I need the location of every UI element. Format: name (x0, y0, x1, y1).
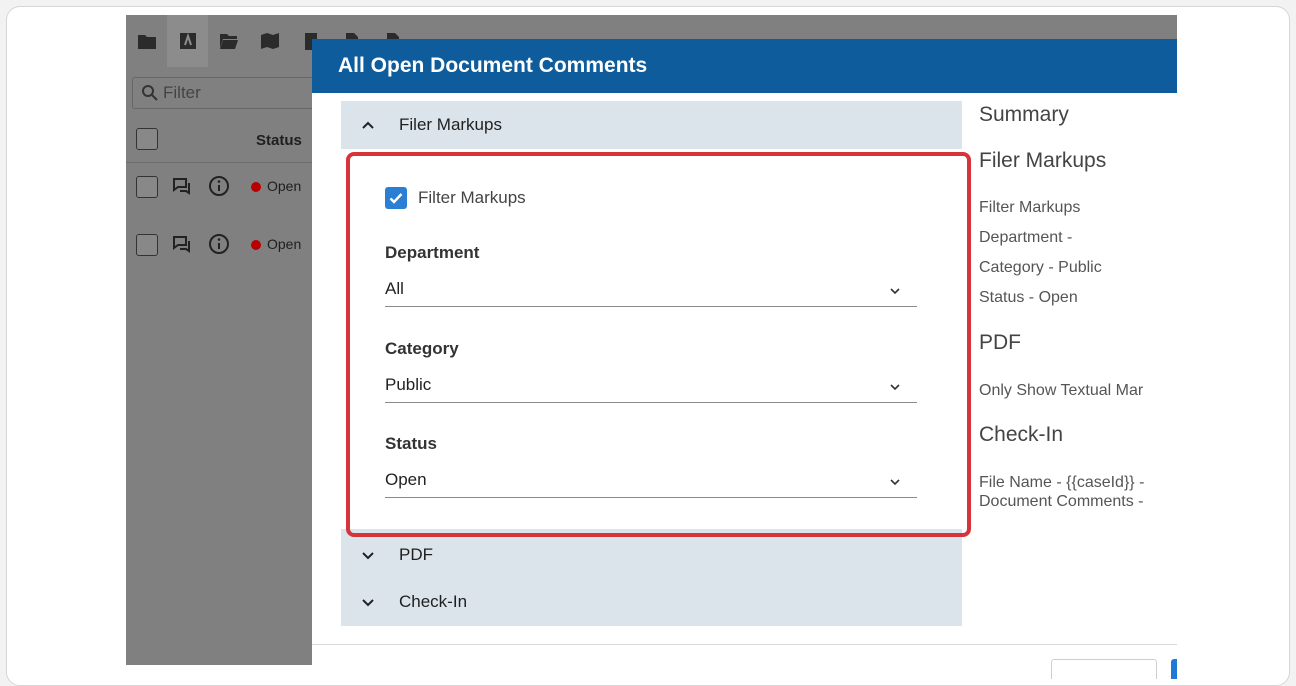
status-select[interactable]: Open (385, 470, 917, 498)
section-header-check-in[interactable]: Check-In (341, 578, 962, 626)
summary-line: Filter Markups (979, 199, 1081, 216)
department-field: Department All (385, 243, 917, 307)
chevron-down-icon (890, 288, 900, 295)
comments-icon[interactable] (171, 233, 193, 255)
filer-markups-panel: Filter Markups Department All Category P… (341, 149, 962, 529)
summary-line: Category - Public (979, 259, 1102, 276)
chevron-down-icon (362, 552, 374, 560)
row-checkbox[interactable] (136, 234, 158, 256)
dialog-title: All Open Document Comments (338, 54, 648, 77)
department-value: All (385, 279, 404, 298)
row-status: Open (267, 236, 302, 252)
filter-markups-checkbox[interactable] (385, 187, 407, 209)
category-value: Public (385, 375, 432, 394)
summary-line: Only Show Textual Mar (979, 382, 1144, 399)
folder-tab[interactable] (126, 15, 167, 67)
comments-dialog: All Open Document Comments Filer Markups… (312, 39, 1177, 679)
summary-line: Department - (979, 229, 1073, 246)
table-row[interactable]: Open (126, 223, 326, 267)
summary-line: File Name - {{caseId}} - (979, 474, 1145, 491)
summary-filer-markups-heading: Filer Markups (979, 149, 1107, 172)
info-icon[interactable] (208, 175, 230, 197)
summary-check-in-heading: Check-In (979, 423, 1064, 446)
bookmark-tab[interactable] (167, 15, 208, 67)
open-folder-icon (219, 34, 238, 49)
screenshot-frame: Filter Status Open Open All Open Documen… (6, 6, 1290, 686)
summary-panel: Summary Filer Markups Filter Markups Dep… (979, 101, 1177, 571)
filter-input[interactable]: Filter (132, 77, 332, 109)
summary-line: Document Comments - (979, 493, 1144, 510)
open-folder-tab[interactable] (208, 15, 249, 67)
chevron-down-icon (362, 599, 374, 607)
folder-icon (137, 35, 156, 49)
status-value: Open (385, 470, 427, 489)
category-field: Category Public (385, 339, 917, 403)
map-icon (260, 33, 279, 49)
status-label: Status (385, 434, 437, 453)
section-header-pdf[interactable]: PDF (341, 531, 962, 579)
filter-markups-checkbox-row[interactable]: Filter Markups (385, 187, 526, 209)
chevron-down-icon (890, 384, 900, 391)
department-label: Department (385, 243, 480, 262)
section-label-filer-markups: Filer Markups (399, 115, 502, 134)
summary-pdf-heading: PDF (979, 331, 1021, 354)
category-select[interactable]: Public (385, 375, 917, 403)
filter-markups-label: Filter Markups (418, 188, 526, 207)
category-label: Category (385, 339, 459, 358)
section-label-check-in: Check-In (399, 592, 468, 611)
info-icon[interactable] (208, 233, 230, 255)
cancel-button[interactable] (1051, 659, 1157, 679)
table-row[interactable]: Open (126, 165, 326, 209)
row-status: Open (267, 178, 302, 194)
status-field: Status Open (385, 434, 917, 498)
search-icon (142, 85, 158, 101)
status-dot (251, 240, 261, 250)
row-checkbox[interactable] (136, 176, 158, 198)
department-select[interactable]: All (385, 279, 917, 307)
confirm-button[interactable] (1171, 659, 1177, 679)
section-label-pdf: PDF (399, 545, 433, 564)
section-header-filer-markups[interactable]: Filer Markups (341, 101, 962, 149)
summary-title: Summary (979, 103, 1069, 126)
chevron-down-icon (890, 479, 900, 486)
dialog-footer-divider (312, 644, 1177, 645)
select-all-checkbox[interactable] (136, 128, 158, 150)
check-icon (389, 193, 403, 204)
settings-accordion: Filer Markups Filter Markups Department … (341, 101, 962, 626)
summary-line: Status - Open (979, 289, 1078, 306)
dialog-titlebar: All Open Document Comments (312, 39, 1177, 93)
chevron-up-icon (362, 121, 374, 129)
map-tab[interactable] (249, 15, 290, 67)
status-dot (251, 182, 261, 192)
bookmark-icon (179, 32, 196, 49)
filter-placeholder: Filter (163, 83, 201, 102)
status-column-header[interactable]: Status (256, 132, 302, 149)
comments-icon[interactable] (171, 175, 193, 197)
